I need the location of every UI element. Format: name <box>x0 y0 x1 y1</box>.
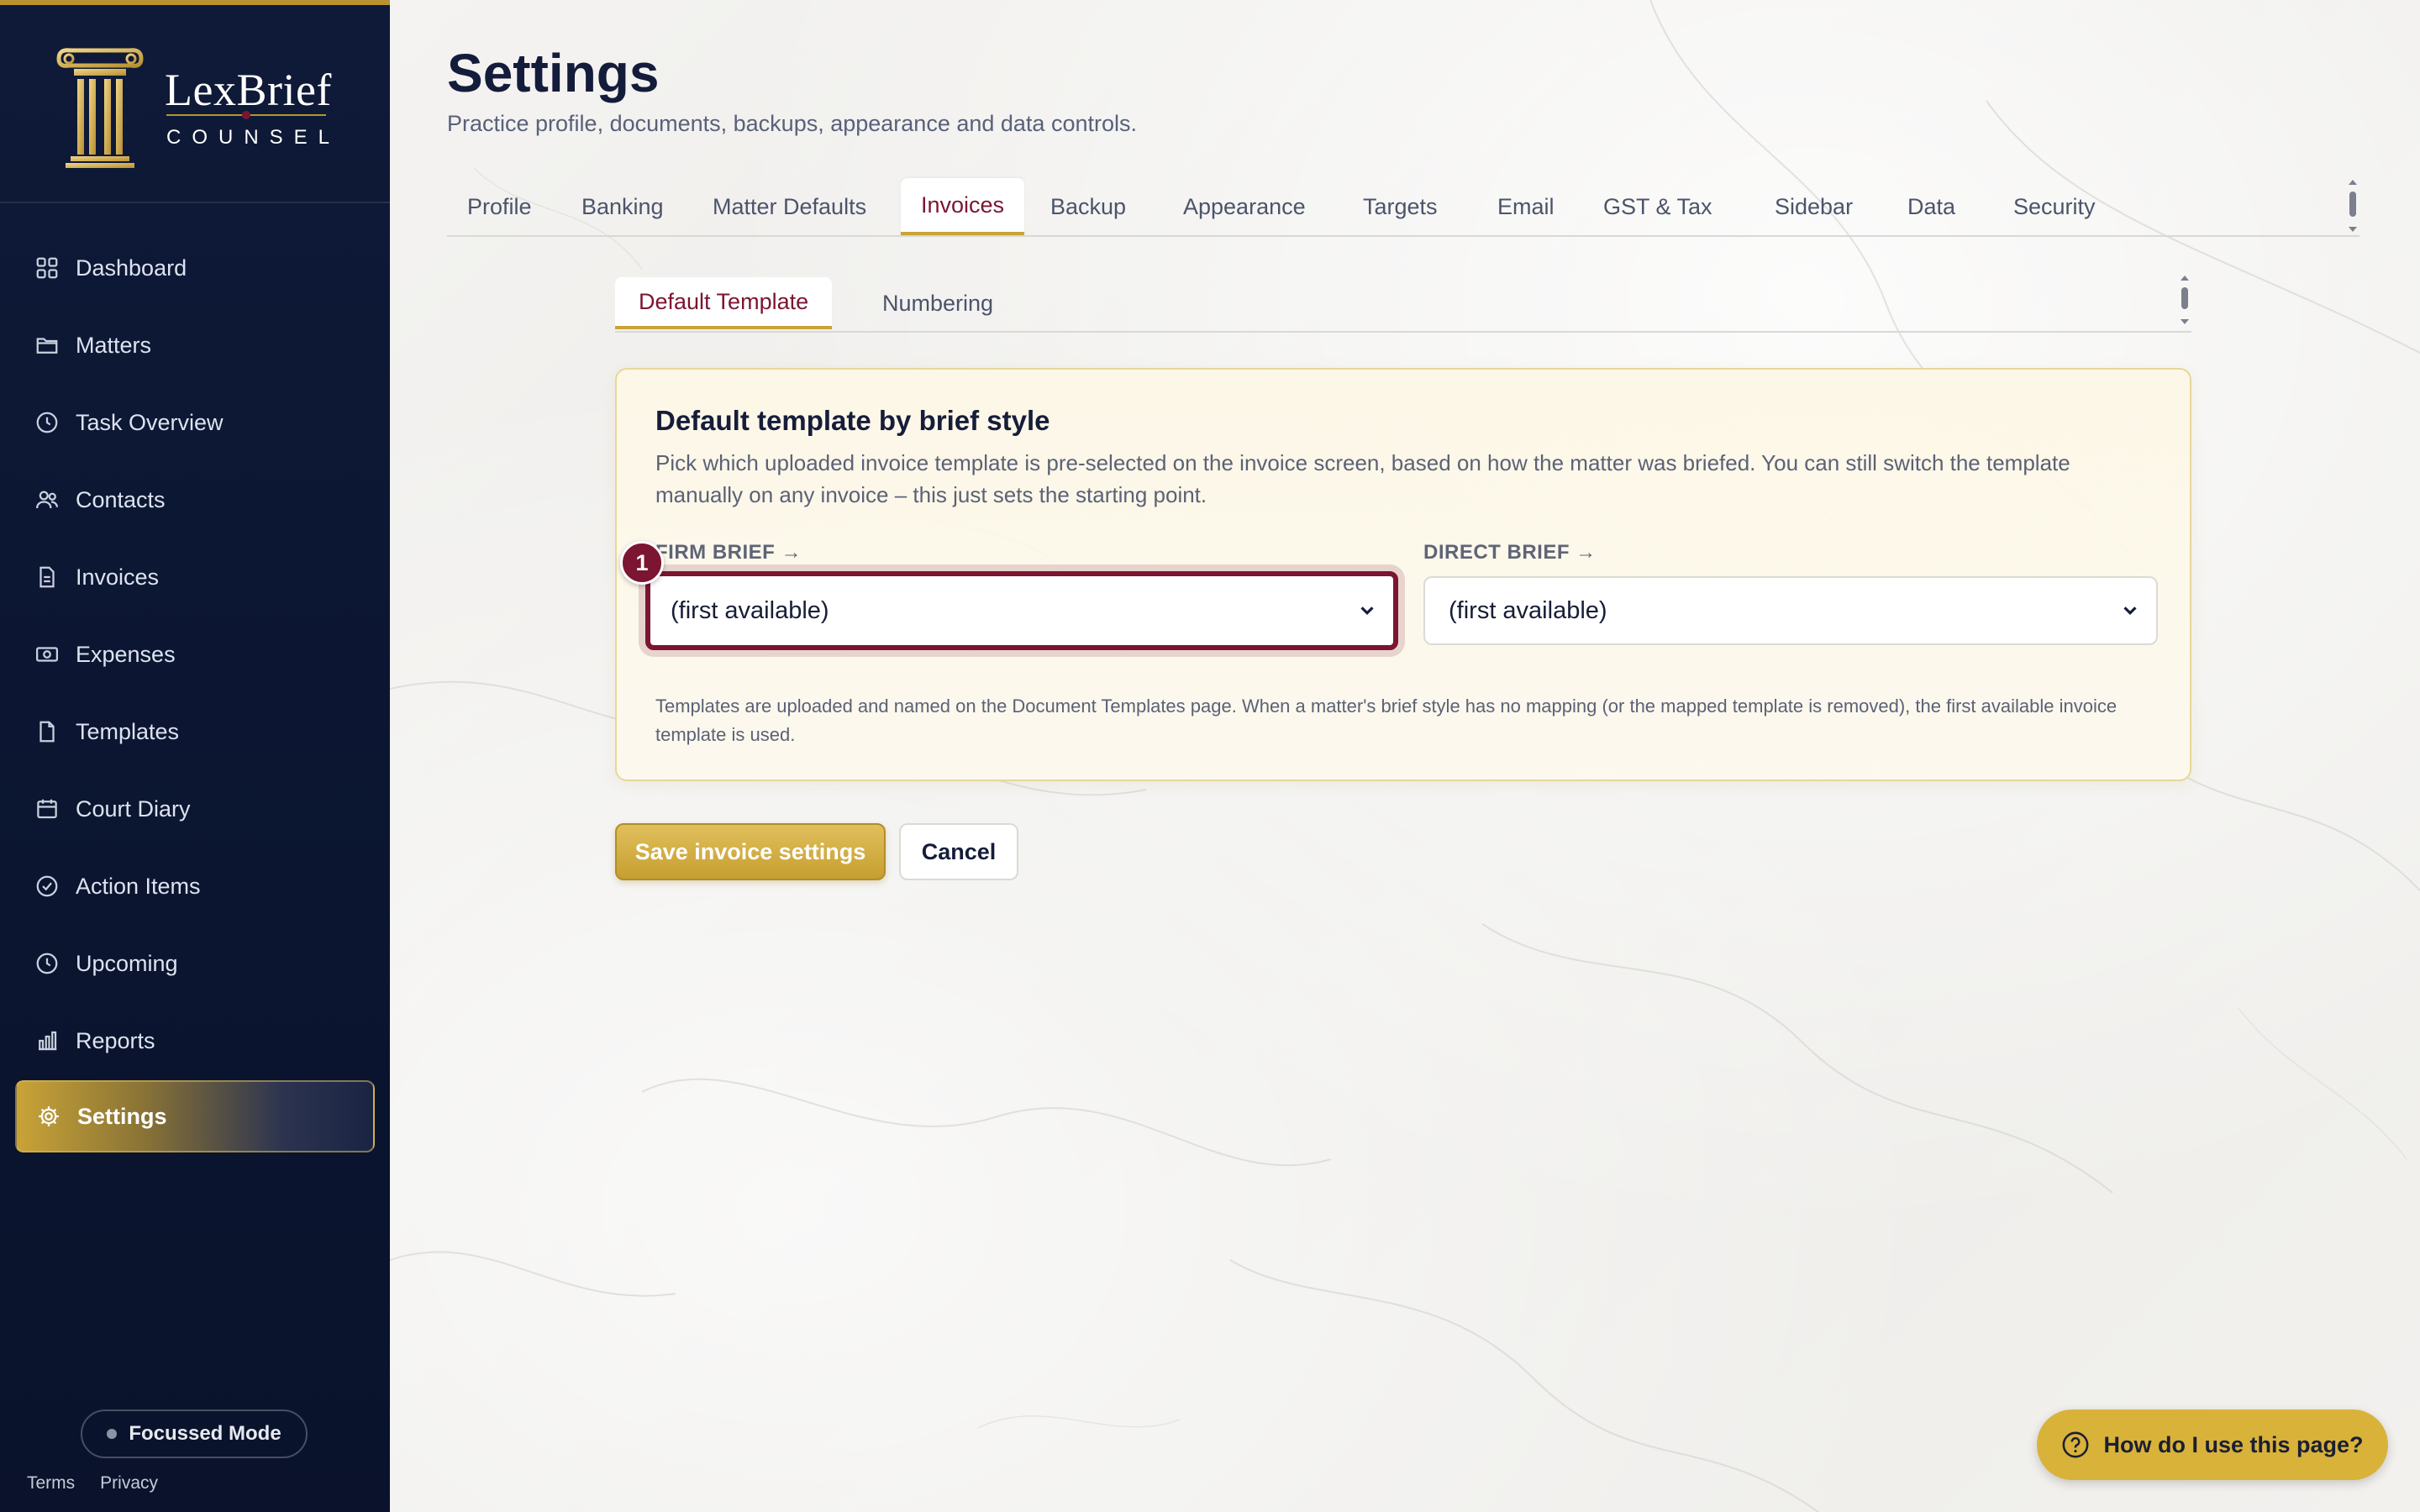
file-icon <box>34 718 60 745</box>
sidebar-item-reports[interactable]: Reports <box>15 1005 375 1077</box>
help-label: How do I use this page? <box>2103 1431 2364 1457</box>
card-title: Default template by brief style <box>655 405 1050 436</box>
pillar-logo-icon <box>56 48 144 168</box>
tab-security[interactable]: Security <box>1993 178 2116 235</box>
tab-banking[interactable]: Banking <box>561 178 684 235</box>
sidebar-item-label: Upcoming <box>76 950 178 976</box>
sidebar-item-expenses[interactable]: Expenses <box>15 618 375 690</box>
tab-targets[interactable]: Targets <box>1343 178 1458 235</box>
tab-sidebar[interactable]: Sidebar <box>1754 178 1873 235</box>
firm-brief-select[interactable]: (first available) <box>645 571 1398 650</box>
privacy-link[interactable]: Privacy <box>100 1473 158 1494</box>
subtab-default-template[interactable]: Default Template <box>615 277 833 329</box>
sidebar-item-upcoming[interactable]: Upcoming <box>15 927 375 1000</box>
banknote-icon <box>34 641 60 668</box>
question-circle-icon <box>2063 1431 2089 1458</box>
calendar-icon <box>34 795 60 822</box>
sidebar-item-label: Court Diary <box>76 795 191 822</box>
tab-email[interactable]: Email <box>1477 178 1575 235</box>
check-circle-icon <box>34 873 60 900</box>
gear-icon <box>35 1103 62 1130</box>
brand-name: LexBrief <box>165 65 332 115</box>
sidebar-item-label: Action Items <box>76 873 201 899</box>
focus-mode-label: Focussed Mode <box>129 1422 281 1445</box>
bar-chart-icon <box>34 1027 60 1054</box>
chevron-down-icon <box>2123 606 2137 616</box>
sidebar-item-label: Dashboard <box>76 255 187 281</box>
file-text-icon <box>34 564 60 591</box>
sidebar-item-templates[interactable]: Templates <box>15 696 375 768</box>
cancel-button[interactable]: Cancel <box>899 823 1018 880</box>
firm-brief-value: (first available) <box>671 596 829 624</box>
help-button[interactable]: How do I use this page? <box>2037 1410 2388 1480</box>
card-note: Templates are uploaded and named on the … <box>655 696 2118 745</box>
sidebar-item-label: Templates <box>76 718 180 744</box>
brand-divider <box>166 111 326 119</box>
direct-brief-select[interactable]: (first available) <box>1423 576 2158 645</box>
folder-icon <box>34 332 60 359</box>
chevron-down-icon <box>1360 606 1374 616</box>
settings-tabs: Profile Banking Matter Defaults Invoices… <box>447 178 2360 237</box>
sidebar-item-court-diary[interactable]: Court Diary <box>15 773 375 845</box>
card-description: Pick which uploaded invoice template is … <box>655 450 2070 507</box>
clock-icon <box>34 950 60 977</box>
subtab-scroll-indicator-icon[interactable] <box>2178 274 2191 333</box>
subtab-numbering[interactable]: Numbering <box>859 277 1017 329</box>
direct-brief-value: (first available) <box>1449 596 1607 624</box>
page-title: Settings <box>447 43 660 103</box>
tab-matter-defaults[interactable]: Matter Defaults <box>692 178 886 235</box>
footer-links: Terms Privacy <box>27 1473 158 1494</box>
tab-profile[interactable]: Profile <box>447 178 552 235</box>
status-dot-icon <box>107 1429 118 1439</box>
step-badge: 1 <box>620 541 664 585</box>
tab-gst-tax[interactable]: GST & Tax <box>1583 178 1733 235</box>
tab-scroll-indicator-icon[interactable] <box>2346 178 2360 237</box>
sidebar-item-contacts[interactable]: Contacts <box>15 464 375 536</box>
sidebar-item-dashboard[interactable]: Dashboard <box>15 232 375 304</box>
default-template-card: Default template by brief style Pick whi… <box>615 368 2191 781</box>
sidebar-item-label: Invoices <box>76 564 160 590</box>
tab-backup[interactable]: Backup <box>1030 178 1146 235</box>
sidebar-item-label: Task Overview <box>76 409 224 435</box>
sidebar: LexBrief COUNSEL Dashboard Matters Task … <box>0 0 390 1512</box>
grid-icon <box>34 255 60 281</box>
brand-subtitle: COUNSEL <box>166 126 341 149</box>
clock-icon <box>34 409 60 436</box>
invoice-subtabs: Default Template Numbering <box>615 274 2191 333</box>
save-invoice-settings-button[interactable]: Save invoice settings <box>615 823 886 880</box>
sidebar-item-label: Settings <box>77 1103 167 1129</box>
sidebar-item-matters[interactable]: Matters <box>15 309 375 381</box>
direct-brief-label: DIRECT BRIEF → <box>1423 541 1597 564</box>
sidebar-item-label: Expenses <box>76 641 176 667</box>
focus-mode-toggle[interactable]: Focussed Mode <box>81 1410 308 1458</box>
sidebar-item-label: Contacts <box>76 486 166 512</box>
sidebar-item-action-items[interactable]: Action Items <box>15 850 375 922</box>
sidebar-item-task-overview[interactable]: Task Overview <box>15 386 375 459</box>
sidebar-item-label: Reports <box>76 1027 155 1053</box>
firm-brief-label: FIRM BRIEF → <box>655 541 802 564</box>
page-subtitle: Practice profile, documents, backups, ap… <box>447 111 1137 136</box>
tab-appearance[interactable]: Appearance <box>1163 178 1326 235</box>
users-icon <box>34 486 60 513</box>
tab-invoices[interactable]: Invoices <box>901 178 1025 235</box>
sidebar-item-label: Matters <box>76 332 152 358</box>
main-content: Settings Practice profile, documents, ba… <box>390 0 2420 1512</box>
sidebar-item-settings[interactable]: Settings <box>15 1080 375 1152</box>
terms-link[interactable]: Terms <box>27 1473 75 1494</box>
tab-data[interactable]: Data <box>1887 178 1975 235</box>
sidebar-item-invoices[interactable]: Invoices <box>15 541 375 613</box>
brand[interactable]: LexBrief COUNSEL <box>0 10 390 203</box>
